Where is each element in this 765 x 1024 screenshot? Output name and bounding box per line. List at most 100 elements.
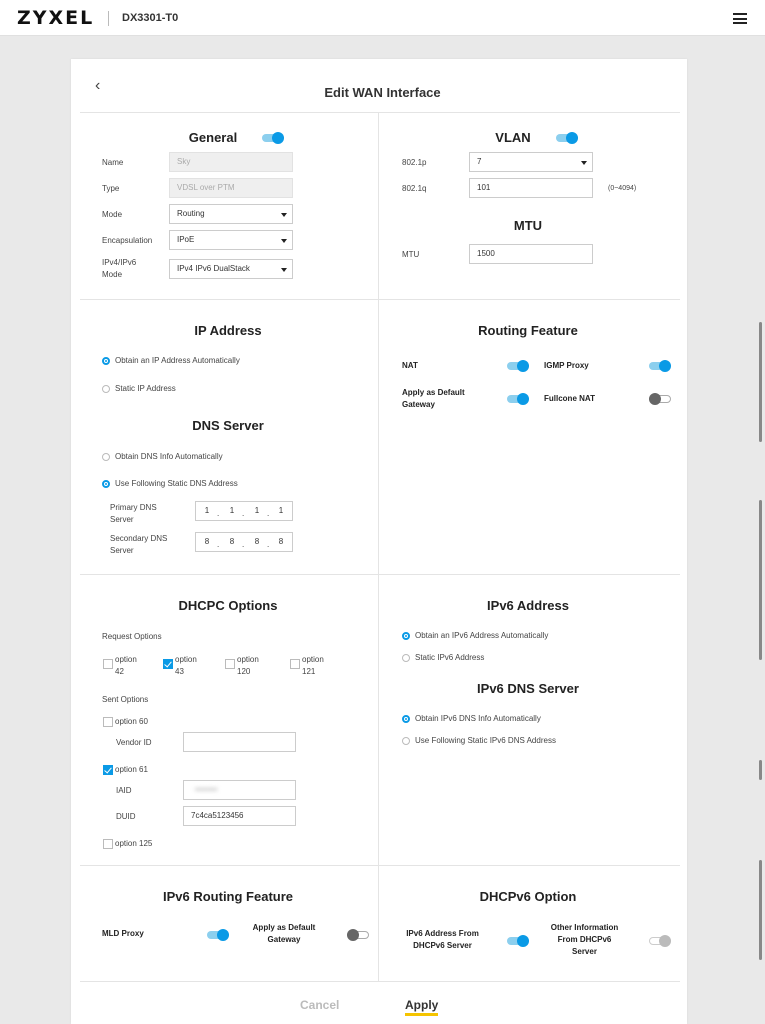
- dhcpv6-address-label: IPv6 Address From DHCPv6 Server: [406, 929, 479, 950]
- vlan-title: VLAN: [495, 130, 531, 145]
- primary-dns-label: Primary DNS Server: [110, 503, 157, 524]
- igmp-proxy-toggle[interactable]: [649, 360, 671, 372]
- option-61-label: option 61: [115, 765, 148, 774]
- vlan-p-select[interactable]: 7: [469, 152, 593, 172]
- vlan-toggle[interactable]: [556, 132, 578, 144]
- mtu-label: MTU: [402, 250, 420, 259]
- cancel-button[interactable]: Cancel: [300, 998, 339, 1012]
- iaid-input[interactable]: ••••••••: [183, 780, 296, 800]
- mld-proxy-label: MLD Proxy: [102, 929, 144, 938]
- option-60-label: option 60: [115, 717, 148, 726]
- header-divider: [108, 11, 109, 26]
- default-gateway-toggle[interactable]: [507, 393, 529, 405]
- divider: [80, 574, 680, 575]
- ip-static-label: Static IP Address: [115, 384, 176, 393]
- ip-auto-label: Obtain an IP Address Automatically: [115, 356, 240, 365]
- duid-input[interactable]: 7c4ca5123456: [183, 806, 296, 826]
- dns-static-label: Use Following Static DNS Address: [115, 479, 238, 488]
- ipv6-dns-static-radio[interactable]: [402, 737, 410, 745]
- type-label: Type: [102, 184, 120, 193]
- mode-select[interactable]: Routing: [169, 204, 293, 224]
- zyxel-logo: ZYXEL: [17, 7, 95, 29]
- option-125-checkbox[interactable]: [103, 839, 113, 849]
- vlan-q-range: (0~4094): [608, 185, 637, 192]
- fullcone-nat-toggle[interactable]: [649, 393, 671, 405]
- modal-title: Edit WAN Interface: [324, 85, 441, 100]
- option-43-checkbox[interactable]: [163, 659, 173, 669]
- top-bar: ZYXEL DX3301-T0: [0, 0, 765, 36]
- ip-static-radio[interactable]: [102, 385, 110, 393]
- mtu-title: MTU: [513, 218, 543, 233]
- dhcpv6-other-info-toggle[interactable]: [649, 935, 671, 947]
- dhcpv6-option-title: DHCPv6 Option: [479, 889, 577, 904]
- option-121-label: option 121: [302, 655, 324, 676]
- dns-static-radio[interactable]: [102, 480, 110, 488]
- model-name: DX3301-T0: [122, 12, 179, 24]
- dns-auto-label: Obtain DNS Info Automatically: [115, 452, 223, 461]
- fullcone-nat-label: Fullcone NAT: [544, 394, 595, 403]
- nat-label: NAT: [402, 361, 418, 370]
- nat-toggle[interactable]: [507, 360, 529, 372]
- divider: [378, 112, 379, 982]
- option-42-checkbox[interactable]: [103, 659, 113, 669]
- apply-button[interactable]: Apply: [405, 998, 439, 1016]
- request-options-label: Request Options: [102, 632, 162, 641]
- name-label: Name: [102, 158, 124, 167]
- scrollbar-mark: [759, 322, 762, 442]
- ipv6-static-radio[interactable]: [402, 654, 410, 662]
- vendor-id-label: Vendor ID: [116, 738, 152, 747]
- ip-mode-select[interactable]: IPv4 IPv6 DualStack: [169, 259, 293, 279]
- option-125-label: option 125: [115, 839, 153, 848]
- option-120-label: option 120: [237, 655, 259, 676]
- dns-auto-radio[interactable]: [102, 453, 110, 461]
- hamburger-menu-icon[interactable]: [733, 13, 747, 24]
- divider: [80, 112, 680, 113]
- ipv6-static-label: Static IPv6 Address: [415, 653, 485, 662]
- ip-auto-radio[interactable]: [102, 357, 110, 365]
- dhcpc-options-title: DHCPC Options: [178, 598, 278, 613]
- divider: [80, 981, 680, 982]
- igmp-proxy-label: IGMP Proxy: [544, 361, 589, 370]
- type-field: VDSL over PTM: [169, 178, 293, 198]
- default-gateway-label: Apply as Default Gateway: [402, 388, 465, 409]
- option-43-label: option 43: [175, 655, 197, 676]
- ipv6-dns-static-label: Use Following Static IPv6 DNS Address: [415, 736, 556, 745]
- option-42-label: option 42: [115, 655, 137, 676]
- ipv6-dns-auto-label: Obtain IPv6 DNS Info Automatically: [415, 714, 541, 723]
- sent-options-label: Sent Options: [102, 695, 149, 704]
- scrollbar-mark: [759, 500, 762, 660]
- name-field: Sky: [169, 152, 293, 172]
- mtu-input[interactable]: 1500: [469, 244, 593, 264]
- ipv6-default-gateway-toggle[interactable]: [347, 929, 369, 941]
- routing-feature-title: Routing Feature: [478, 323, 578, 338]
- mode-label: Mode: [102, 210, 123, 219]
- general-toggle[interactable]: [262, 132, 284, 144]
- mld-proxy-toggle[interactable]: [207, 929, 229, 941]
- divider: [80, 299, 680, 300]
- primary-dns-input[interactable]: 1. 1. 1. 1: [195, 501, 293, 521]
- duid-label: DUID: [116, 812, 136, 821]
- secondary-dns-input[interactable]: 8. 8. 8. 8: [195, 532, 293, 552]
- divider: [80, 865, 680, 866]
- vendor-id-input[interactable]: [183, 732, 296, 752]
- ipv6-address-title: IPv6 Address: [487, 598, 569, 613]
- dns-server-title: DNS Server: [192, 418, 264, 433]
- secondary-dns-label: Secondary DNS Server: [110, 534, 168, 555]
- ipv6-auto-label: Obtain an IPv6 Address Automatically: [415, 631, 549, 640]
- scrollbar-mark: [759, 760, 762, 780]
- ipv6-default-gateway-label: Apply as Default Gateway: [252, 923, 316, 944]
- option-120-checkbox[interactable]: [225, 659, 235, 669]
- option-60-checkbox[interactable]: [103, 717, 113, 727]
- ipv6-dns-title: IPv6 DNS Server: [477, 681, 579, 696]
- encapsulation-select[interactable]: IPoE: [169, 230, 293, 250]
- vlan-q-label: 802.1q: [402, 184, 427, 193]
- ipv6-dns-auto-radio[interactable]: [402, 715, 410, 723]
- vlan-q-input[interactable]: 101: [469, 178, 593, 198]
- ipv6-auto-radio[interactable]: [402, 632, 410, 640]
- dhcpv6-address-toggle[interactable]: [507, 935, 529, 947]
- general-title: General: [188, 130, 238, 145]
- iaid-label: IAID: [116, 786, 132, 795]
- option-61-checkbox[interactable]: [103, 765, 113, 775]
- vlan-p-label: 802.1p: [402, 158, 427, 167]
- option-121-checkbox[interactable]: [290, 659, 300, 669]
